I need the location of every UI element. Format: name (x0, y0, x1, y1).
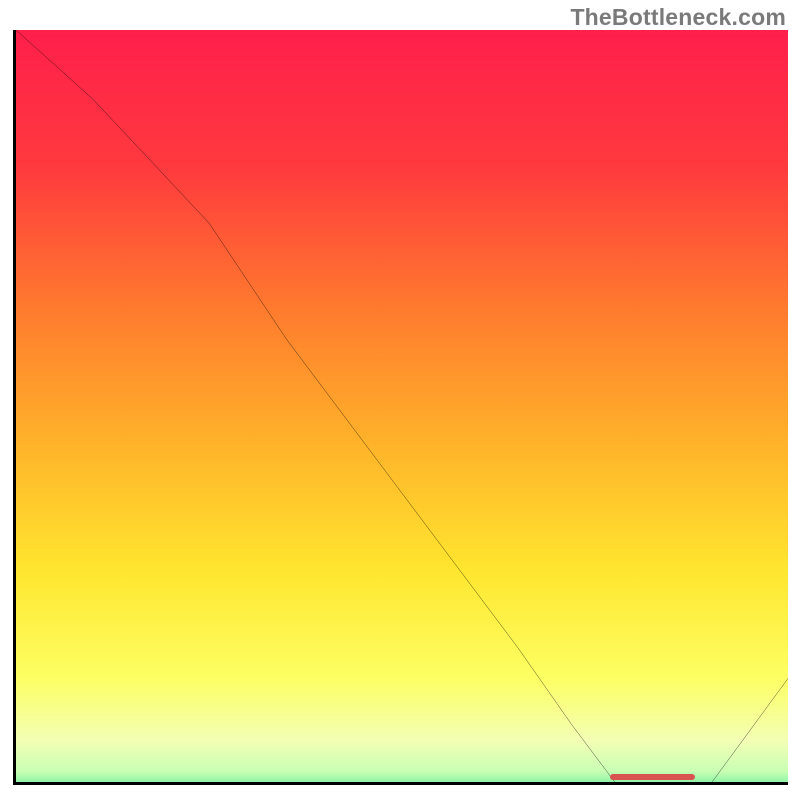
plot-area (13, 30, 788, 785)
optimal-region-marker (610, 774, 695, 780)
chart-line (16, 30, 788, 785)
watermark-text: TheBottleneck.com (570, 4, 786, 31)
